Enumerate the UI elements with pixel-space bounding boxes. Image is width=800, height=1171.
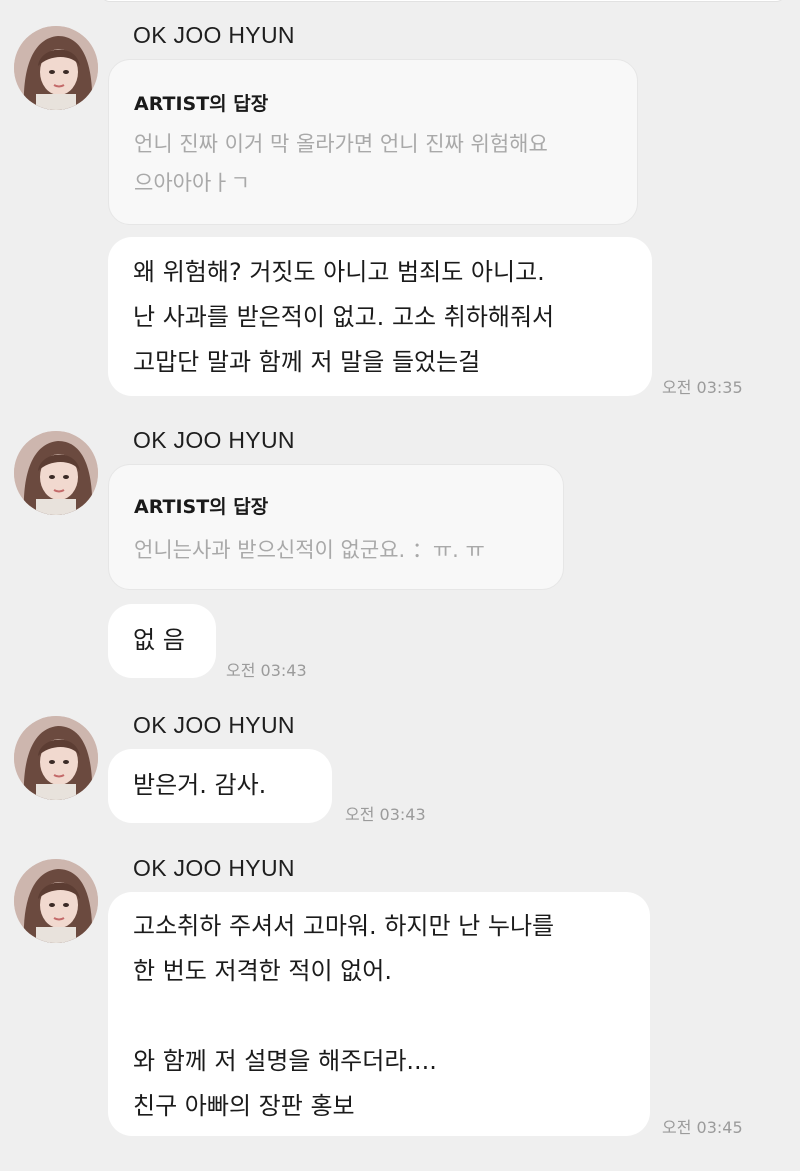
reply-title: ARTIST의 답장: [134, 496, 269, 518]
avatar-icon: [14, 716, 98, 800]
sender-name: OK JOO HYUN: [133, 22, 295, 48]
message-time: 오전 03:45: [662, 1118, 743, 1137]
reply-quoted-text: 언니는사과 받으신적이 없군요. ：ㅠ. ㅠ: [134, 538, 485, 562]
message-bubble[interactable]: 고소취하 주셔서 고마워. 하지만 난 누나를 한 번도 저격한 적이 없어. …: [108, 892, 650, 1136]
message-text: 왜 위험해? 거짓도 아니고 범죄도 아니고. 난 사과를 받은적이 없고. 고…: [133, 258, 555, 376]
message-bubble[interactable]: 왜 위험해? 거짓도 아니고 범죄도 아니고. 난 사과를 받은적이 없고. 고…: [108, 237, 652, 396]
message-bubble[interactable]: 받은거. 감사.: [108, 749, 332, 823]
reply-quote-bubble[interactable]: ARTIST의 답장 언니 진짜 이거 막 올라가면 언니 진짜 위험해요 으아…: [108, 59, 638, 225]
reply-quoted-text: 언니 진짜 이거 막 올라가면 언니 진짜 위험해요 으아아아ㅏㄱ: [134, 132, 548, 195]
avatar[interactable]: [14, 431, 98, 515]
sender-name: OK JOO HYUN: [133, 855, 295, 881]
message-time: 오전 03:43: [345, 805, 426, 824]
message-bubble[interactable]: 없 음: [108, 604, 216, 678]
avatar-icon: [14, 859, 98, 943]
reply-quote-bubble[interactable]: ARTIST의 답장 언니는사과 받으신적이 없군요. ：ㅠ. ㅠ: [108, 464, 564, 590]
message-time: 오전 03:43: [226, 661, 307, 680]
avatar[interactable]: [14, 859, 98, 943]
avatar-icon: [14, 26, 98, 110]
message-text: 받은거. 감사.: [133, 771, 267, 799]
message-text: 고소취하 주셔서 고마워. 하지만 난 누나를 한 번도 저격한 적이 없어. …: [133, 912, 555, 1120]
reply-title: ARTIST의 답장: [134, 93, 269, 115]
avatar[interactable]: [14, 26, 98, 110]
sender-name: OK JOO HYUN: [133, 427, 295, 453]
previous-bubble-edge: [100, 0, 786, 2]
avatar[interactable]: [14, 716, 98, 800]
sender-name: OK JOO HYUN: [133, 712, 295, 738]
message-time: 오전 03:35: [662, 378, 743, 397]
message-text: 없 음: [133, 626, 185, 654]
avatar-icon: [14, 431, 98, 515]
